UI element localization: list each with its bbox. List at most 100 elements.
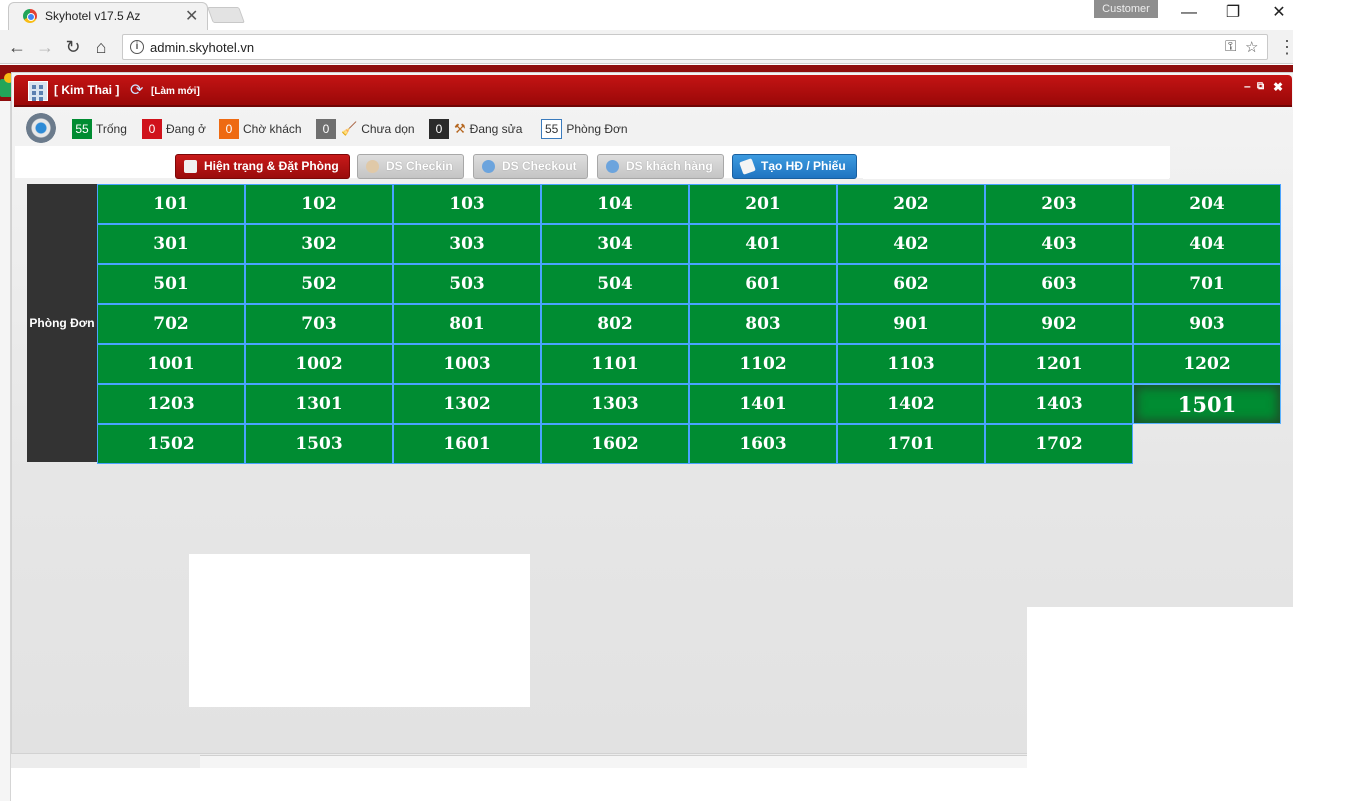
status-awaiting[interactable]: 0 Chờ khách [219,119,302,139]
site-info-icon[interactable]: i [130,40,144,54]
action-bar-filler [863,146,1169,179]
room-cell[interactable]: 1302 [393,384,541,424]
room-cell[interactable]: 1401 [689,384,837,424]
room-cell[interactable]: 702 [97,304,245,344]
room-cell[interactable]: 1002 [245,344,393,384]
refresh-icon[interactable]: ⟳ [130,83,143,99]
status-count: 55 [541,119,563,139]
room-cell[interactable]: 1603 [689,424,837,464]
status-label: Chờ khách [243,122,302,136]
maximize-icon[interactable]: ❐ [1218,3,1248,23]
status-label: Chưa dọn [361,122,415,136]
status-label: Trống [96,122,127,136]
room-cell[interactable]: 803 [689,304,837,344]
status-label: Đang ở [166,122,206,136]
checkout-list-button[interactable]: DS Checkout [473,154,588,179]
back-icon[interactable]: ← [6,36,28,58]
button-label: Hiện trạng & Đặt Phòng [204,159,339,173]
dialog-header: [ Kim Thai ] ⟳ [Làm mới] – ⧉ ✖ [14,75,1292,107]
room-cell[interactable]: 1502 [97,424,245,464]
room-cell[interactable]: 1402 [837,384,985,424]
page-left-strip [0,101,11,801]
guest-list-button[interactable]: DS khách hàng [597,154,724,179]
room-cell[interactable]: 1601 [393,424,541,464]
room-cell[interactable]: 1101 [541,344,689,384]
room-cell[interactable]: 1403 [985,384,1133,424]
tab-close-icon[interactable]: ✕ [185,6,198,26]
bookmark-star-icon[interactable]: ☆ [1245,38,1258,56]
room-cell[interactable]: 801 [393,304,541,344]
room-cell[interactable]: 603 [985,264,1133,304]
room-cell[interactable]: 101 [97,184,245,224]
room-cell[interactable]: 703 [245,304,393,344]
room-cell[interactable]: 304 [541,224,689,264]
refresh-link[interactable]: [Làm mới] [151,86,200,97]
room-cell[interactable]: 502 [245,264,393,304]
window-close-icon[interactable]: ✕ [1264,3,1294,23]
status-single-room[interactable]: 55 Phòng Đơn [541,119,628,139]
room-cell[interactable]: 104 [541,184,689,224]
browser-tab[interactable]: Skyhotel v17.5 Az ✕ [8,2,208,30]
status-occupied[interactable]: 0 Đang ở [142,119,206,139]
room-cell[interactable]: 902 [985,304,1133,344]
room-cell[interactable]: 1003 [393,344,541,384]
room-cell[interactable]: 402 [837,224,985,264]
status-vacant[interactable]: 55 Trống [72,119,127,139]
room-cell[interactable]: 1202 [1133,344,1281,384]
profile-name[interactable]: Customer [1094,0,1158,18]
room-cell[interactable]: 103 [393,184,541,224]
status-repair[interactable]: 0 ⚒ Đang sửa [429,119,522,139]
room-cell[interactable]: 1001 [97,344,245,384]
create-invoice-button[interactable]: Tạo HĐ / Phiếu [732,154,857,179]
room-cell[interactable]: 302 [245,224,393,264]
room-cell[interactable]: 1701 [837,424,985,464]
room-cell[interactable]: 1301 [245,384,393,424]
room-cell[interactable]: 404 [1133,224,1281,264]
status-booking-button[interactable]: Hiện trạng & Đặt Phòng [175,154,350,179]
room-cell[interactable]: 303 [393,224,541,264]
room-cell[interactable]: 903 [1133,304,1281,344]
room-cell[interactable]: 503 [393,264,541,304]
reload-icon[interactable]: ↻ [62,36,84,58]
room-cell[interactable]: 1702 [985,424,1133,464]
room-cell[interactable]: 201 [689,184,837,224]
room-cell[interactable]: 202 [837,184,985,224]
room-cell[interactable]: 1602 [541,424,689,464]
room-cell[interactable]: 1103 [837,344,985,384]
room-cell[interactable]: 203 [985,184,1133,224]
room-cell[interactable]: 1102 [689,344,837,384]
room-cell[interactable]: 501 [97,264,245,304]
room-cell[interactable]: 901 [837,304,985,344]
room-cell[interactable]: 802 [541,304,689,344]
hotel-name: [ Kim Thai ] [54,83,120,97]
url-text[interactable]: admin.skyhotel.vn [150,40,254,55]
room-cell[interactable]: 504 [541,264,689,304]
room-cell[interactable]: 204 [1133,184,1281,224]
room-cell[interactable]: 403 [985,224,1133,264]
room-cell[interactable]: 102 [245,184,393,224]
room-cell[interactable]: 1203 [97,384,245,424]
key-icon[interactable]: ⚿ [1225,38,1236,55]
forward-icon[interactable]: → [34,36,56,58]
room-cell[interactable]: 301 [97,224,245,264]
room-cell[interactable]: 1201 [985,344,1133,384]
room-cell[interactable]: 701 [1133,264,1281,304]
dialog-close-icon[interactable]: ✖ [1273,80,1283,94]
status-dirty[interactable]: 0 🧹 Chưa dọn [316,119,415,139]
tab-title: Skyhotel v17.5 Az [45,9,141,23]
dialog-minimize-icon[interactable]: – [1244,79,1251,93]
home-icon[interactable]: ⌂ [90,36,112,58]
new-tab-button[interactable] [207,7,245,23]
minimize-icon[interactable]: — [1174,3,1204,23]
address-bar[interactable]: i admin.skyhotel.vn ⚿ ☆ [122,34,1268,60]
room-cell[interactable]: 401 [689,224,837,264]
room-cell[interactable]: 1303 [541,384,689,424]
room-cell[interactable]: 601 [689,264,837,304]
settings-gear-icon[interactable] [26,113,56,143]
status-count: 0 [316,119,336,139]
room-cell[interactable]: 1503 [245,424,393,464]
checkin-list-button[interactable]: DS Checkin [357,154,464,179]
room-cell[interactable]: 602 [837,264,985,304]
room-cell[interactable]: 1501 [1133,384,1281,424]
dialog-restore-icon[interactable]: ⧉ [1257,81,1264,92]
